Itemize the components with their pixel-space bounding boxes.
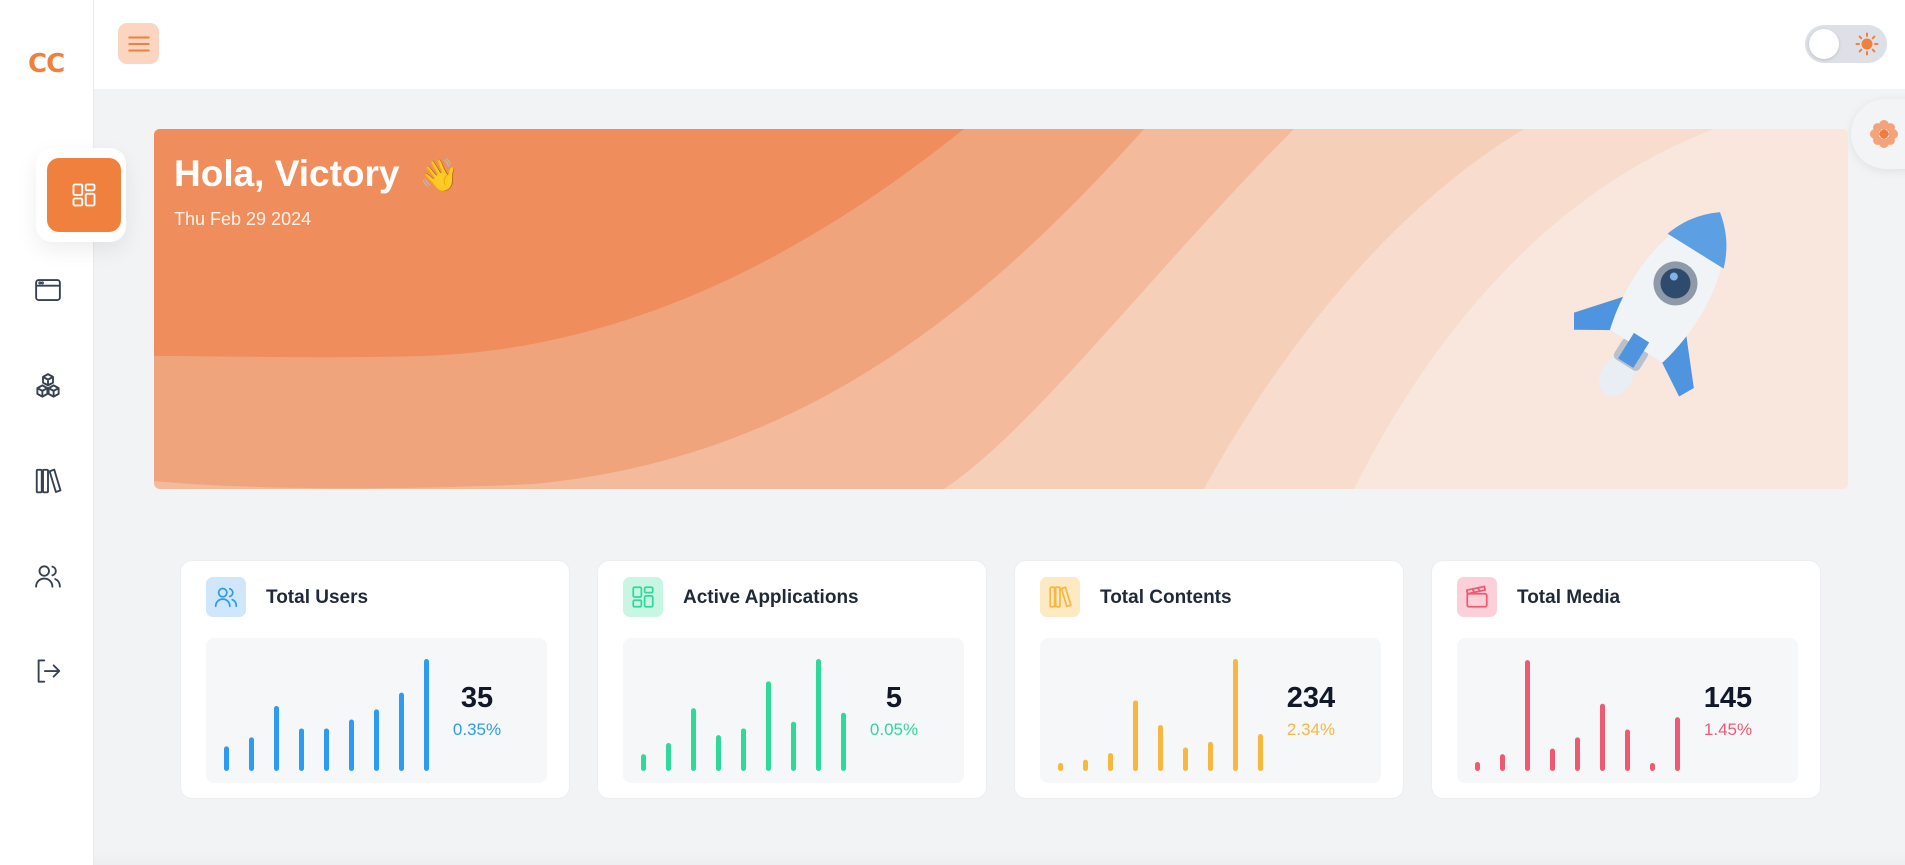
sidebar-item-applications[interactable] (28, 270, 68, 310)
app-logo[interactable]: CC (28, 49, 65, 79)
users-icon (214, 587, 238, 608)
stat-icon-badge (206, 577, 246, 617)
chart-bar (1650, 763, 1655, 771)
hamburger-icon (127, 36, 150, 51)
sidebar-item-logout[interactable] (28, 651, 68, 691)
chart-bar (1575, 737, 1580, 771)
stat-value: 234 (1286, 682, 1336, 714)
stat-card-total-contents[interactable]: Total Contents 234 2.34% (1014, 560, 1404, 799)
rocket-illustration (1574, 212, 1727, 397)
mini-bar-chart (641, 659, 846, 771)
browser-window-icon (35, 279, 61, 301)
sidebar: CC (0, 0, 126, 865)
chart-bar (274, 706, 279, 771)
grid-icon (72, 183, 96, 207)
chart-bar (1600, 703, 1605, 771)
stat-chart-panel: 145 1.45% (1457, 638, 1798, 783)
chart-bar (716, 735, 721, 771)
stat-title: Total Users (266, 587, 369, 608)
sidebar-item-users[interactable] (28, 556, 68, 596)
books-icon (1049, 586, 1072, 608)
stat-title: Active Applications (683, 587, 859, 608)
chart-bar (399, 692, 404, 771)
sidebar-item-library[interactable] (28, 461, 68, 501)
sidebar-item-dashboard-button[interactable] (47, 158, 121, 232)
clapperboard-icon (1465, 585, 1488, 608)
mini-bar-chart (1058, 659, 1263, 771)
stat-title: Total Contents (1100, 587, 1232, 608)
chart-bar (1475, 762, 1480, 771)
chart-bar (424, 659, 429, 771)
current-date: Thu Feb 29 2024 (174, 209, 312, 229)
chart-bar (641, 754, 646, 771)
wave-emoji: 👋 (419, 157, 460, 193)
chart-bar (741, 728, 746, 771)
chart-bar (1525, 660, 1530, 771)
chart-bar (1058, 763, 1063, 771)
next-section-edge (94, 852, 1905, 865)
stat-title: Total Media (1517, 587, 1621, 608)
grid-icon (632, 586, 654, 608)
logout-icon (37, 659, 61, 683)
flower-gear-icon (1869, 119, 1899, 149)
chart-bar (1158, 725, 1163, 771)
stat-icon-badge (623, 577, 663, 617)
welcome-banner: Hola, Victory 👋 Thu Feb 29 2024 (154, 129, 1848, 489)
chart-bar (1083, 759, 1088, 771)
cubes-icon (36, 373, 60, 398)
stat-card-total-users[interactable]: Total Users 35 0.35% (180, 560, 570, 799)
stat-value: 35 (460, 682, 494, 714)
chart-bar (1625, 729, 1630, 771)
mini-bar-chart (1475, 660, 1680, 771)
stat-percent: 0.35% (452, 720, 502, 739)
chart-bar (1550, 748, 1555, 771)
sidebar-item-contents[interactable] (28, 366, 68, 406)
chart-bar (1133, 700, 1138, 771)
books-icon (35, 468, 62, 494)
chart-bar (224, 746, 229, 771)
chart-bar (374, 709, 379, 771)
stat-value: 5 (885, 682, 903, 714)
top-header (94, 0, 1905, 89)
chart-bar (791, 721, 796, 771)
stat-card-total-media[interactable]: Total Media 145 1.45% (1431, 560, 1821, 799)
sun-icon (1855, 32, 1879, 56)
theme-toggle[interactable] (1805, 25, 1887, 63)
chart-bar (249, 737, 254, 771)
toggle-knob (1809, 29, 1839, 59)
chart-bar (841, 712, 846, 771)
settings-button[interactable] (1851, 99, 1905, 169)
chart-bar (1208, 741, 1213, 771)
chart-bar (1675, 717, 1680, 771)
chart-bar (299, 728, 304, 771)
stat-card-active-applications[interactable]: Active Applications 5 0.05% (597, 560, 987, 799)
stat-chart-panel: 35 0.35% (206, 638, 547, 783)
stat-value: 145 (1703, 682, 1753, 714)
chart-bar (1108, 753, 1113, 771)
chart-bar (666, 743, 671, 771)
chart-bar (1183, 747, 1188, 771)
chart-bar (1233, 659, 1238, 771)
stat-percent: 0.05% (869, 720, 919, 739)
stat-chart-panel: 5 0.05% (623, 638, 964, 783)
chart-bar (324, 728, 329, 771)
chart-bar (349, 719, 354, 771)
stat-icon-badge (1457, 577, 1497, 617)
chart-bar (1258, 734, 1263, 771)
stat-chart-panel: 234 2.34% (1040, 638, 1381, 783)
chart-bar (691, 708, 696, 771)
stat-icon-badge (1040, 577, 1080, 617)
users-icon (35, 565, 61, 588)
chart-bar (766, 681, 771, 771)
stat-percent: 2.34% (1286, 720, 1336, 739)
greeting-heading: Hola, Victory 👋 (174, 153, 460, 195)
chart-bar (1500, 754, 1505, 771)
menu-toggle-button[interactable] (118, 23, 159, 64)
stat-percent: 1.45% (1703, 720, 1753, 739)
chart-bar (816, 659, 821, 771)
greeting-text: Hola, Victory (174, 153, 400, 194)
mini-bar-chart (224, 659, 429, 771)
sidebar-item-dashboard[interactable] (36, 148, 126, 242)
